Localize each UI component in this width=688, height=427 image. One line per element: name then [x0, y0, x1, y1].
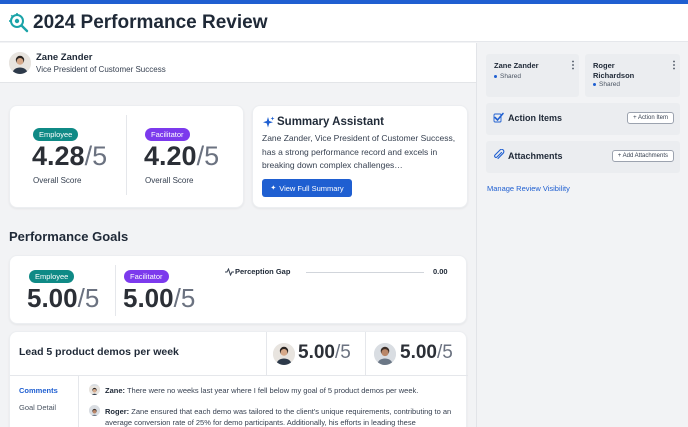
perception-gap-track [306, 272, 424, 273]
participant-status: Shared [593, 81, 620, 88]
sparkle-icon [263, 116, 275, 128]
facilitator-badge: Facilitator [145, 128, 190, 141]
employee-header: Zane Zander Vice President of Customer S… [0, 43, 476, 83]
sparkle-icon: ✦ [270, 185, 277, 192]
check-edit-icon [493, 112, 504, 123]
divider [266, 332, 267, 376]
divider [115, 265, 116, 316]
status-dot [494, 75, 497, 78]
sidebar: Zane Zander Shared ⋮ Roger Richardson Sh… [476, 43, 688, 427]
add-attachments-button[interactable]: + Add Attachments [611, 150, 674, 162]
comment-item: Zane: There were no weeks last year wher… [105, 386, 419, 395]
employee-overall-score: 4.28/5 [32, 141, 108, 171]
goals-score-card: Employee 5.00/5 Facilitator 5.00/5 Perce… [9, 255, 467, 324]
goal-title: Lead 5 product demos per week [19, 346, 179, 358]
facilitator-overall-score: 4.20/5 [144, 141, 220, 171]
manage-review-visibility-link[interactable]: Manage Review Visibility [487, 184, 570, 193]
status-dot [593, 83, 596, 86]
participant-status: Shared [494, 73, 521, 80]
participant-card: Roger Richardson Shared ⋮ [585, 54, 680, 97]
action-items-row: Action Items + Action Item [486, 103, 680, 135]
performance-goals-title: Performance Goals [9, 229, 129, 244]
summary-assistant-card: Summary Assistant Zane Zander, Vice Pres… [252, 105, 468, 208]
comment-item: Roger: Zane ensured that each demo was t… [105, 407, 452, 427]
summary-text: Zane Zander, Vice President of Customer … [262, 133, 456, 170]
employee-goal-score: 5.00/5 [298, 342, 351, 363]
paperclip-icon [494, 149, 505, 160]
participant-card: Zane Zander Shared ⋮ [486, 54, 579, 97]
divider [365, 332, 366, 376]
tab-comments[interactable]: Comments [19, 386, 58, 395]
employee-badge: Employee [29, 270, 75, 283]
facilitator-score-caption: Overall Score [145, 176, 194, 185]
more-options-icon[interactable]: ⋮ [568, 60, 578, 71]
perception-gap-value: 0.00 [433, 267, 448, 276]
avatar [89, 405, 100, 416]
page-title: 2024 Performance Review [33, 12, 268, 33]
avatar [273, 343, 295, 365]
avatar [89, 384, 100, 395]
summary-title: Summary Assistant [277, 116, 384, 128]
divider [78, 376, 79, 427]
employee-role: Vice President of Customer Success [36, 65, 166, 74]
participant-name: Roger Richardson [593, 61, 635, 80]
action-items-label: Action Items [508, 113, 563, 123]
avatar [374, 343, 396, 365]
perception-gap-label: Perception Gap [235, 267, 291, 276]
view-full-summary-button[interactable]: ✦ View Full Summary [262, 179, 352, 197]
employee-badge: Employee [33, 128, 79, 141]
employee-name: Zane Zander [36, 52, 93, 63]
goal-card: Lead 5 product demos per week 5.00/5 5.0… [9, 331, 468, 427]
divider [126, 115, 127, 195]
tab-goal-detail[interactable]: Goal Detail [19, 403, 56, 412]
more-options-icon[interactable]: ⋮ [669, 60, 679, 71]
attachments-row: Attachments + Add Attachments [486, 141, 680, 173]
button-label: View Full Summary [279, 183, 344, 193]
facilitator-goals-score: 5.00/5 [123, 283, 196, 313]
employee-score-caption: Overall Score [33, 176, 82, 185]
participant-name: Zane Zander [494, 61, 539, 70]
facilitator-goal-score: 5.00/5 [400, 342, 453, 363]
overall-score-card: Employee 4.28/5 Overall Score Facilitato… [9, 105, 244, 208]
attachments-label: Attachments [508, 151, 563, 161]
employee-goals-score: 5.00/5 [27, 283, 100, 313]
pulse-icon [225, 268, 234, 276]
page-header: 2024 Performance Review [0, 4, 688, 42]
add-action-item-button[interactable]: + Action Item [627, 112, 674, 124]
goal-header: Lead 5 product demos per week 5.00/5 5.0… [10, 332, 468, 376]
review-gear-icon [9, 13, 29, 33]
avatar [9, 52, 31, 74]
facilitator-badge: Facilitator [124, 270, 169, 283]
main-panel: Zane Zander Vice President of Customer S… [0, 43, 476, 427]
